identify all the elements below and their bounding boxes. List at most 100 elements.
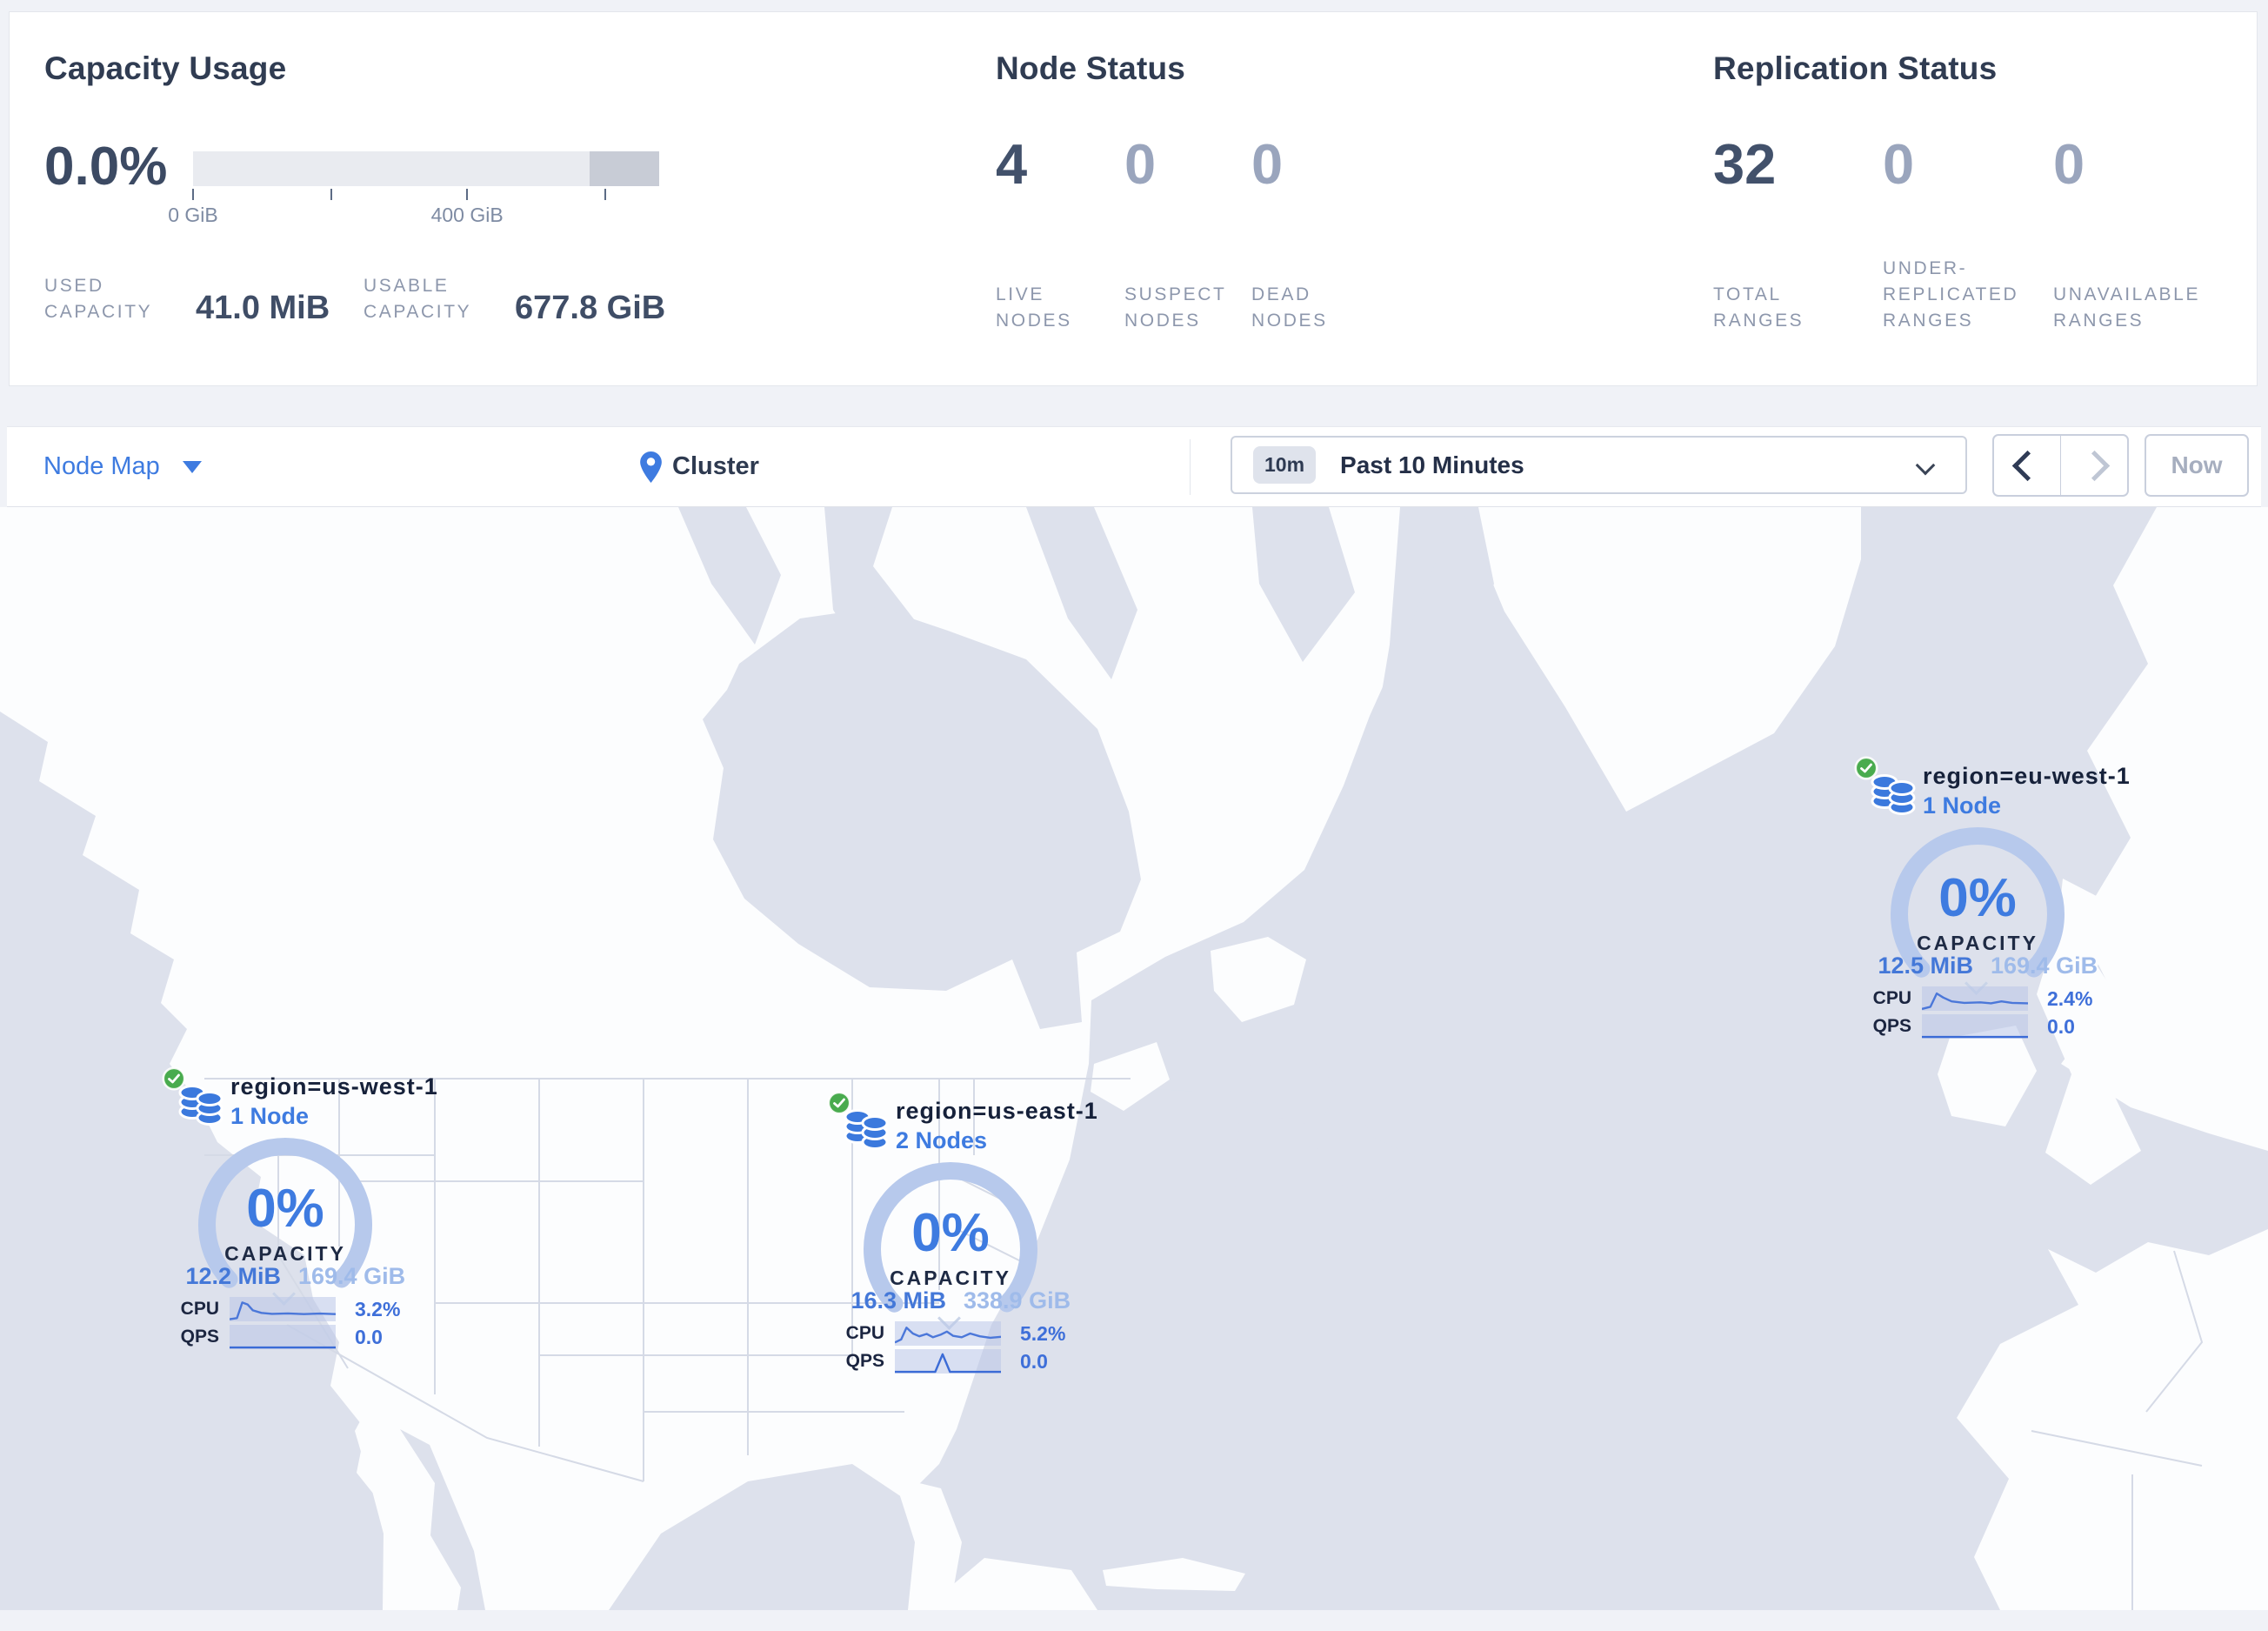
- page-bottom-strip: [0, 1610, 2268, 1631]
- live-nodes-label: LIVE NODES: [996, 284, 1072, 331]
- breadcrumb-label: Cluster: [672, 452, 759, 480]
- capacity-caption: CAPACITY: [1917, 932, 2038, 954]
- time-step-arrows: [1992, 434, 2129, 497]
- cpu-label: CPU: [845, 1323, 884, 1343]
- capacity-bar-tick: [192, 189, 194, 200]
- cpu-metric-row: CPU 3.2%: [155, 1296, 433, 1322]
- under-replicated-ranges-label: UNDER-REPLICATED RANGES: [1883, 258, 2019, 331]
- node-status-stats: 4 LIVE NODES 0 SUSPECT NODES 0 DEAD NODE…: [996, 134, 1382, 334]
- used-capacity-value: 12.2 MiB: [185, 1263, 281, 1289]
- capacity-percent: 0%: [246, 1179, 324, 1239]
- capacity-bar: 0 GiB 400 GiB: [168, 151, 659, 226]
- chevron-left-icon: [2011, 450, 2043, 481]
- used-capacity-value: 12.5 MiB: [1878, 953, 1973, 979]
- unavailable-ranges-label: UNAVAILABLE RANGES: [2053, 284, 2201, 331]
- capacity-bar-tick: [466, 189, 469, 200]
- node-status-title: Node Status: [996, 50, 1186, 86]
- prev-time-button[interactable]: [1994, 436, 2060, 495]
- qps-value: 0.0: [2047, 1014, 2075, 1038]
- node-map[interactable]: [0, 507, 2268, 1610]
- capacity-caption: CAPACITY: [890, 1267, 1011, 1289]
- suspect-nodes-label: SUSPECT NODES: [1124, 284, 1227, 331]
- cpu-label: CPU: [1872, 988, 1911, 1008]
- qps-sparkline: [230, 1325, 336, 1349]
- total-ranges-label: TOTAL RANGES: [1713, 284, 1804, 331]
- qps-metric-row: QPS 0.0: [820, 1348, 1098, 1374]
- used-capacity-value: 16.3 MiB: [850, 1287, 946, 1313]
- toolbar-divider: [1190, 439, 1191, 495]
- time-window-label: Past 10 Minutes: [1340, 451, 1524, 478]
- usable-capacity-value: 169.4 GiB: [298, 1263, 406, 1289]
- dead-nodes-label: DEAD NODES: [1251, 284, 1328, 331]
- capacity-bar-track: [193, 151, 659, 186]
- total-ranges-value: 32: [1713, 132, 1777, 196]
- dead-nodes-value: 0: [1251, 132, 1284, 196]
- under-replicated-ranges-value: 0: [1883, 132, 1915, 196]
- region-label: region=us-west-1: [230, 1073, 438, 1100]
- cpu-metric-row: CPU 2.4%: [1847, 986, 2125, 1012]
- chevron-down-icon: [1915, 455, 1936, 476]
- cpu-sparkline: [1922, 986, 2028, 1011]
- capacity-bar-ticks: [192, 186, 659, 200]
- cpu-value: 5.2%: [1020, 1321, 1066, 1345]
- usable-capacity-label: USABLE CAPACITY: [364, 276, 472, 322]
- live-nodes-stat: 4 LIVE NODES: [996, 134, 1124, 334]
- used-capacity-stat: USED CAPACITY 41.0 MiB: [44, 273, 330, 326]
- capacity-usage-title: Capacity Usage: [44, 50, 287, 86]
- capacity-bar-tick-label: 0 GiB: [168, 204, 218, 226]
- world-map: [0, 507, 2268, 1610]
- capacity-caption: CAPACITY: [224, 1242, 346, 1265]
- cluster-summary-card: Capacity Usage 0.0% 0 GiB 400 GiB USED CA…: [9, 11, 2258, 386]
- qps-label: QPS: [1872, 1016, 1911, 1036]
- chevron-right-icon: [2078, 450, 2110, 481]
- capacity-percent-value: 0.0%: [44, 137, 168, 197]
- qps-value: 0.0: [1020, 1349, 1048, 1373]
- map-pin-icon: [640, 451, 662, 483]
- suspect-nodes-stat: 0 SUSPECT NODES: [1124, 134, 1251, 334]
- qps-value: 0.0: [355, 1325, 383, 1348]
- cpu-sparkline: [895, 1321, 1001, 1346]
- cpu-metric-row: CPU 5.2%: [820, 1320, 1098, 1347]
- qps-metric-row: QPS 0.0: [155, 1324, 433, 1350]
- next-time-button[interactable]: [2060, 436, 2127, 495]
- capacity-values: 12.5 MiB 169.4 GiB: [1869, 953, 2104, 979]
- cpu-sparkline: [230, 1297, 336, 1321]
- used-capacity-label: USED CAPACITY: [44, 276, 153, 322]
- capacity-values: 12.2 MiB 169.4 GiB: [177, 1263, 411, 1290]
- time-window-badge: 10m: [1253, 446, 1317, 484]
- usable-capacity-value: 338.9 GiB: [964, 1287, 1071, 1313]
- used-capacity-value: 41.0 MiB: [196, 290, 330, 326]
- live-nodes-value: 4: [996, 132, 1028, 196]
- replication-status-stats: 32 TOTAL RANGES 0 UNDER-REPLICATED RANGE…: [1713, 134, 2227, 334]
- region-label: region=eu-west-1: [1923, 763, 2131, 789]
- region-label: region=us-east-1: [896, 1098, 1098, 1124]
- qps-sparkline: [1922, 1014, 2028, 1039]
- usable-capacity-value: 169.4 GiB: [1991, 953, 2098, 979]
- unavailable-ranges-value: 0: [2053, 132, 2085, 196]
- suspect-nodes-value: 0: [1124, 132, 1157, 196]
- time-range-dropdown[interactable]: 10m Past 10 Minutes: [1231, 436, 1967, 494]
- replication-status-title: Replication Status: [1713, 50, 1998, 86]
- qps-label: QPS: [845, 1351, 884, 1371]
- capacity-bar-tick-labels: 0 GiB 400 GiB: [168, 200, 659, 226]
- capacity-bar-tick: [604, 189, 606, 200]
- capacity-percent: 0%: [1938, 868, 2017, 928]
- cpu-value: 2.4%: [2047, 986, 2093, 1010]
- capacity-bar-tick-label: 400 GiB: [430, 204, 504, 226]
- breadcrumb[interactable]: Cluster: [640, 427, 759, 506]
- usable-capacity-value: 677.8 GiB: [515, 290, 666, 326]
- qps-label: QPS: [180, 1327, 219, 1347]
- capacity-bar-tick: [330, 189, 333, 200]
- map-toolbar: Node Map Cluster 10m Past 10 Minutes Now: [7, 426, 2261, 507]
- qps-metric-row: QPS 0.0: [1847, 1013, 2125, 1039]
- total-ranges-stat: 32 TOTAL RANGES: [1713, 134, 1883, 334]
- cluster-overview-page: Capacity Usage 0.0% 0 GiB 400 GiB USED CA…: [0, 0, 2268, 1631]
- view-selector-dropdown[interactable]: Node Map: [43, 427, 202, 506]
- triangle-down-icon: [182, 460, 202, 473]
- cpu-value: 3.2%: [355, 1297, 401, 1320]
- under-replicated-ranges-stat: 0 UNDER-REPLICATED RANGES: [1883, 134, 2053, 334]
- capacity-percent: 0%: [911, 1203, 990, 1263]
- now-button[interactable]: Now: [2145, 434, 2249, 497]
- dead-nodes-stat: 0 DEAD NODES: [1251, 134, 1382, 334]
- view-selector-label: Node Map: [43, 452, 160, 480]
